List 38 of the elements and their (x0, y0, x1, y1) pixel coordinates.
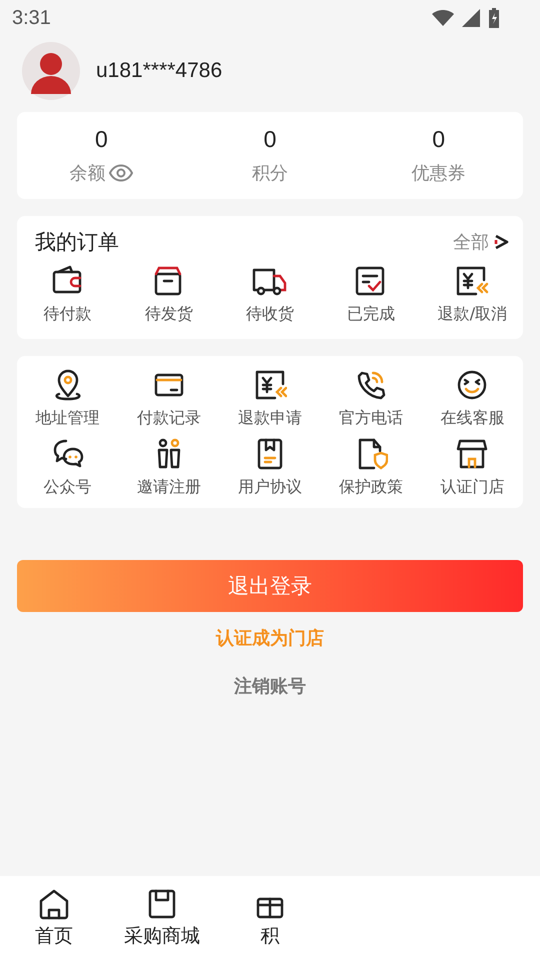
all-orders-link[interactable]: 全部 (453, 230, 509, 254)
signal-icon (462, 9, 480, 27)
service-item[interactable]: 地址管理 (17, 368, 118, 429)
order-status-item[interactable]: 待发货 (118, 264, 220, 325)
eye-icon[interactable] (109, 164, 134, 182)
store-icon (455, 437, 490, 471)
stat-value: 0 (94, 126, 108, 153)
service-item[interactable]: 用户协议 (219, 437, 321, 498)
yen-refund-icon (454, 264, 490, 298)
avatar[interactable] (20, 40, 82, 102)
nav-tab[interactable]: 积 (216, 876, 324, 960)
stat-label: 积分 (252, 162, 288, 185)
service-item[interactable]: 认证门店 (422, 437, 523, 498)
nav-tab[interactable]: 采购商城 (108, 876, 216, 960)
stat-value: 0 (432, 126, 446, 153)
stat-label: 优惠券 (412, 162, 466, 185)
service-item[interactable]: 退款申请 (219, 368, 321, 429)
service-item[interactable]: 公众号 (17, 437, 118, 498)
cancel-account-link[interactable]: 注销账号 (234, 674, 306, 698)
wifi-icon (432, 10, 454, 26)
order-status-item[interactable]: 待付款 (17, 264, 118, 325)
username: u181****4786 (96, 59, 222, 83)
service-item[interactable]: 保护政策 (320, 437, 422, 498)
service-item[interactable]: 官方电话 (320, 368, 422, 429)
service-item[interactable]: 邀请注册 (118, 437, 220, 498)
battery-icon (488, 8, 500, 28)
home-icon (37, 887, 71, 921)
status-time: 3:31 (12, 6, 51, 30)
service-item[interactable]: 付款记录 (118, 368, 220, 429)
play-arrow-icon (493, 233, 509, 251)
order-status-item[interactable]: 退款/取消 (422, 264, 523, 325)
order-status-item[interactable]: 待收货 (219, 264, 321, 325)
nav-tab[interactable]: 首页 (0, 876, 108, 960)
stat-label: 余额 (69, 162, 106, 185)
stat-value: 0 (264, 126, 276, 153)
order-status-item[interactable]: 已完成 (320, 264, 422, 325)
service-item[interactable]: 在线客服 (422, 368, 523, 429)
orders-title: 我的订单 (35, 229, 119, 256)
